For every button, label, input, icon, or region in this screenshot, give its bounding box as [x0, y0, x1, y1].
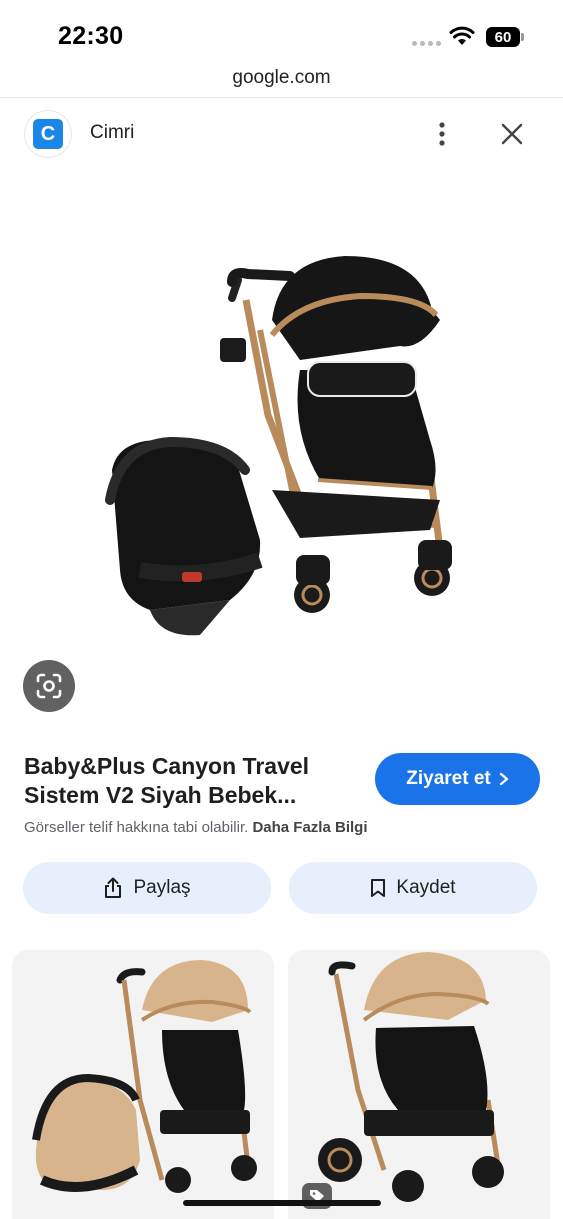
share-label: Paylaş — [133, 877, 191, 898]
status-bar: 22:30 60 — [0, 0, 563, 62]
chevron-right-icon — [499, 772, 508, 786]
google-lens-button[interactable] — [23, 660, 75, 712]
related-image-1[interactable] — [12, 950, 274, 1219]
url-bar[interactable]: google.com — [0, 62, 563, 98]
product-image[interactable] — [0, 170, 563, 650]
save-label: Kaydet — [396, 877, 456, 898]
favicon-letter: C — [33, 119, 63, 149]
product-title-line1: Baby&Plus Canyon Travel — [24, 753, 310, 779]
source-favicon[interactable]: C — [24, 110, 72, 158]
status-time: 22:30 — [58, 22, 124, 50]
url-text: google.com — [232, 67, 331, 88]
cellular-signal-icon — [412, 41, 441, 46]
visit-button-label: Ziyaret et — [406, 768, 491, 789]
wifi-icon — [449, 26, 475, 45]
more-vertical-icon[interactable] — [428, 118, 456, 150]
more-info-link[interactable]: Daha Fazla Bilgi — [252, 819, 367, 836]
product-title[interactable]: Baby&Plus Canyon Travel Sistem V2 Siyah … — [24, 752, 344, 810]
product-title-line2: Sistem V2 Siyah Bebek... — [24, 782, 297, 808]
battery-indicator: 60 — [486, 27, 520, 47]
save-button[interactable]: Kaydet — [289, 862, 537, 914]
home-indicator[interactable] — [183, 1200, 381, 1206]
copyright-text: Görseller telif hakkına tabi olabilir. — [24, 819, 249, 836]
battery-tip — [521, 33, 524, 41]
related-image-2[interactable] — [288, 950, 550, 1219]
close-icon[interactable] — [496, 118, 528, 150]
stroller-illustration — [105, 256, 452, 636]
source-name[interactable]: Cimri — [90, 122, 134, 144]
visit-button[interactable]: Ziyaret et — [375, 753, 540, 805]
source-header: C Cimri — [0, 100, 563, 166]
bookmark-icon — [371, 879, 386, 897]
copyright-notice: Görseller telif hakkına tabi olabilir. D… — [24, 819, 367, 836]
share-button[interactable]: Paylaş — [23, 862, 271, 914]
related-stroller-illustration-2 — [318, 952, 504, 1202]
related-stroller-illustration-1 — [32, 960, 257, 1193]
share-icon — [105, 877, 122, 898]
google-lens-icon — [36, 673, 62, 699]
